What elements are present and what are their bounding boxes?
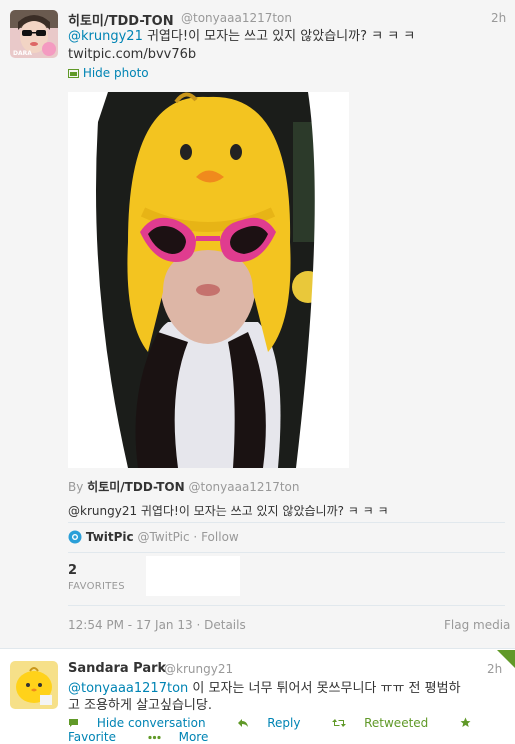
flag-media-link[interactable]: Flag media <box>444 618 510 632</box>
caption-by: By <box>68 480 84 494</box>
photo-caption-byline: By 히토미/TDD-TON @tonyaaa1217ton <box>68 478 300 495</box>
mention-link[interactable]: @tonyaaa1217ton <box>68 681 188 696</box>
hide-photo-label: Hide photo <box>82 66 149 80</box>
details-separator: · <box>196 618 201 632</box>
tweet-photo[interactable] <box>68 92 349 468</box>
source-handle[interactable]: @TwitPic <box>137 530 189 544</box>
retweeted-button[interactable]: Retweeted <box>332 716 446 730</box>
reply-button[interactable]: Reply <box>237 716 318 730</box>
source-name[interactable]: TwitPic <box>86 530 134 544</box>
more-dots-icon <box>148 730 165 744</box>
tweet-text-line2: 고 조용하게 살고싶습니당. <box>68 698 212 713</box>
avatar-label: DARA <box>13 50 32 57</box>
photo-source: TwitPic @TwitPic · Follow <box>68 530 239 544</box>
reply-icon <box>237 716 253 730</box>
divider <box>68 552 505 553</box>
details-link[interactable]: Details <box>204 618 246 632</box>
follow-link[interactable]: Follow <box>201 530 239 544</box>
tweet-text-line1: 이 모자는 너무 튀어서 못쓰무니다 ㅠㅠ 전 평범하 <box>188 681 461 696</box>
favorite-label: Favorite <box>68 730 116 744</box>
conversation-icon <box>68 716 83 730</box>
more-label: More <box>178 730 209 744</box>
tweet-text: @tonyaaa1217ton 이 모자는 너무 튀어서 못쓰무니다 ㅠㅠ 전 … <box>68 680 508 714</box>
hide-conversation-button[interactable]: Hide conversation <box>68 716 223 730</box>
avatar[interactable] <box>10 661 58 709</box>
user-handle[interactable]: @krungy21 <box>164 662 233 676</box>
user-name[interactable]: Sandara Park <box>68 661 166 676</box>
divider <box>68 522 505 523</box>
caption-user-name[interactable]: 히토미/TDD-TON <box>87 480 184 494</box>
tweet-timestamp: 12:54 PM - 17 Jan 13 <box>68 618 193 632</box>
user-handle[interactable]: @tonyaaa1217ton <box>181 11 292 25</box>
star-icon <box>460 716 471 730</box>
avatar[interactable]: DARA <box>10 10 58 58</box>
caption-user-handle[interactable]: @tonyaaa1217ton <box>188 480 299 494</box>
retweet-icon <box>332 716 350 730</box>
photo-icon <box>68 66 83 80</box>
twitpic-icon <box>68 530 86 544</box>
photo-link[interactable]: twitpic.com/bvv76b <box>68 46 196 63</box>
tweet-text: @krungy21 귀엽다!이 모자는 쓰고 있지 않았습니까? ㅋ ㅋ ㅋ <box>68 28 488 45</box>
tweet-expanded: DARA 히토미/TDD-TON @tonyaaa1217ton 2h @kru… <box>0 0 515 649</box>
favorites-count[interactable]: 2 <box>68 563 77 578</box>
tweet-time[interactable]: 2h <box>491 11 506 25</box>
hide-conversation-label: Hide conversation <box>96 716 206 730</box>
favorites-label[interactable]: FAVORITES <box>68 581 125 592</box>
tweet-actions: Hide conversation Reply Retweeted Favori… <box>68 716 515 744</box>
tweet-timestamp-row: 12:54 PM - 17 Jan 13 · Details <box>68 618 246 632</box>
source-separator: · <box>193 530 198 544</box>
reply-label: Reply <box>267 716 301 730</box>
more-button[interactable]: More <box>148 730 223 744</box>
photo-caption-text: @krungy21 귀엽다!이 모자는 쓰고 있지 않았습니까? ㅋ ㅋ ㅋ <box>68 504 389 518</box>
divider <box>68 605 505 606</box>
tweet-text-body: 귀엽다!이 모자는 쓰고 있지 않았습니까? ㅋ ㅋ ㅋ <box>142 29 416 44</box>
mention-link[interactable]: @krungy21 <box>68 29 143 44</box>
hide-photo-button[interactable]: Hide photo <box>68 66 149 80</box>
user-name[interactable]: 히토미/TDD-TON <box>68 10 174 29</box>
retweeted-label: Retweeted <box>364 716 429 730</box>
tweet-time[interactable]: 2h <box>487 662 502 676</box>
favoriter-avatars[interactable] <box>146 556 240 596</box>
